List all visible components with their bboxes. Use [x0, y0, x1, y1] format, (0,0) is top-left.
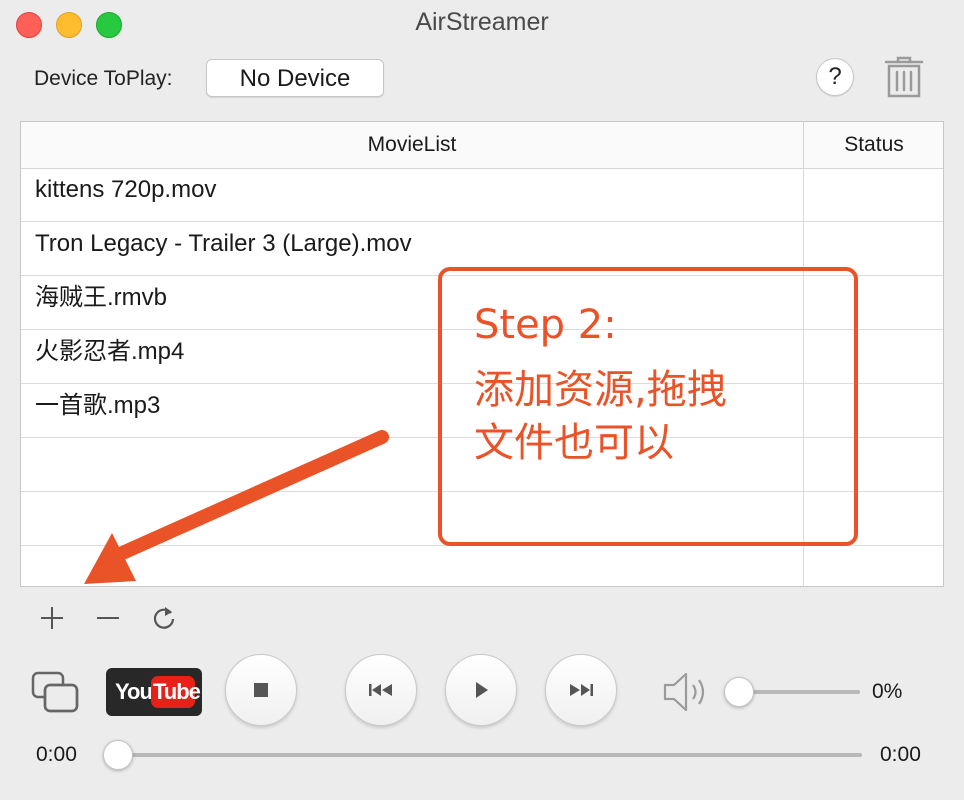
add-icon[interactable] — [38, 604, 66, 632]
time-total: 0:00 — [880, 743, 921, 766]
youtube-button[interactable]: You Tube — [106, 668, 202, 716]
column-header-status[interactable]: Status — [803, 122, 943, 168]
annotation-text-line1: 添加资源,拖拽 — [474, 367, 727, 413]
title-bar: AirStreamer — [0, 0, 964, 46]
device-select-button[interactable]: No Device — [206, 59, 384, 97]
progress-slider[interactable] — [104, 753, 862, 757]
table-row[interactable] — [21, 546, 943, 586]
help-button[interactable]: ? — [816, 58, 854, 96]
airplay-mirror-icon[interactable] — [30, 670, 80, 714]
stop-button[interactable] — [225, 654, 297, 726]
annotation-step: Step 2: — [474, 302, 617, 348]
youtube-logo-tube: Tube — [153, 679, 201, 704]
youtube-logo-you: You — [115, 679, 153, 704]
annotation-text-line2: 文件也可以 — [474, 420, 674, 466]
movie-name-cell: Tron Legacy - Trailer 3 (Large).mov — [35, 230, 412, 257]
table-header: MovieList Status — [21, 122, 943, 169]
movie-name-cell: kittens 720p.mov — [35, 176, 217, 203]
refresh-icon[interactable] — [150, 604, 178, 632]
fast-forward-icon — [570, 684, 593, 696]
table-row[interactable]: kittens 720p.mov — [21, 168, 943, 222]
play-button[interactable] — [445, 654, 517, 726]
trash-icon[interactable] — [880, 52, 928, 100]
remove-icon[interactable] — [94, 604, 122, 632]
youtube-logo-tube-box: Tube — [151, 676, 201, 708]
device-label: Device ToPlay: — [34, 67, 173, 90]
previous-button[interactable] — [345, 654, 417, 726]
status-cell — [803, 168, 943, 222]
time-elapsed: 0:00 — [36, 743, 77, 766]
speaker-icon[interactable] — [662, 670, 712, 714]
next-button[interactable] — [545, 654, 617, 726]
volume-percent: 0% — [872, 680, 903, 703]
play-icon — [476, 682, 488, 698]
column-header-movielist[interactable]: MovieList — [21, 122, 803, 168]
status-cell — [803, 546, 943, 586]
stop-icon — [254, 683, 268, 697]
window-title: AirStreamer — [415, 8, 549, 36]
volume-slider-knob[interactable] — [724, 677, 754, 707]
progress-slider-knob[interactable] — [103, 740, 133, 770]
rewind-icon — [369, 684, 392, 696]
